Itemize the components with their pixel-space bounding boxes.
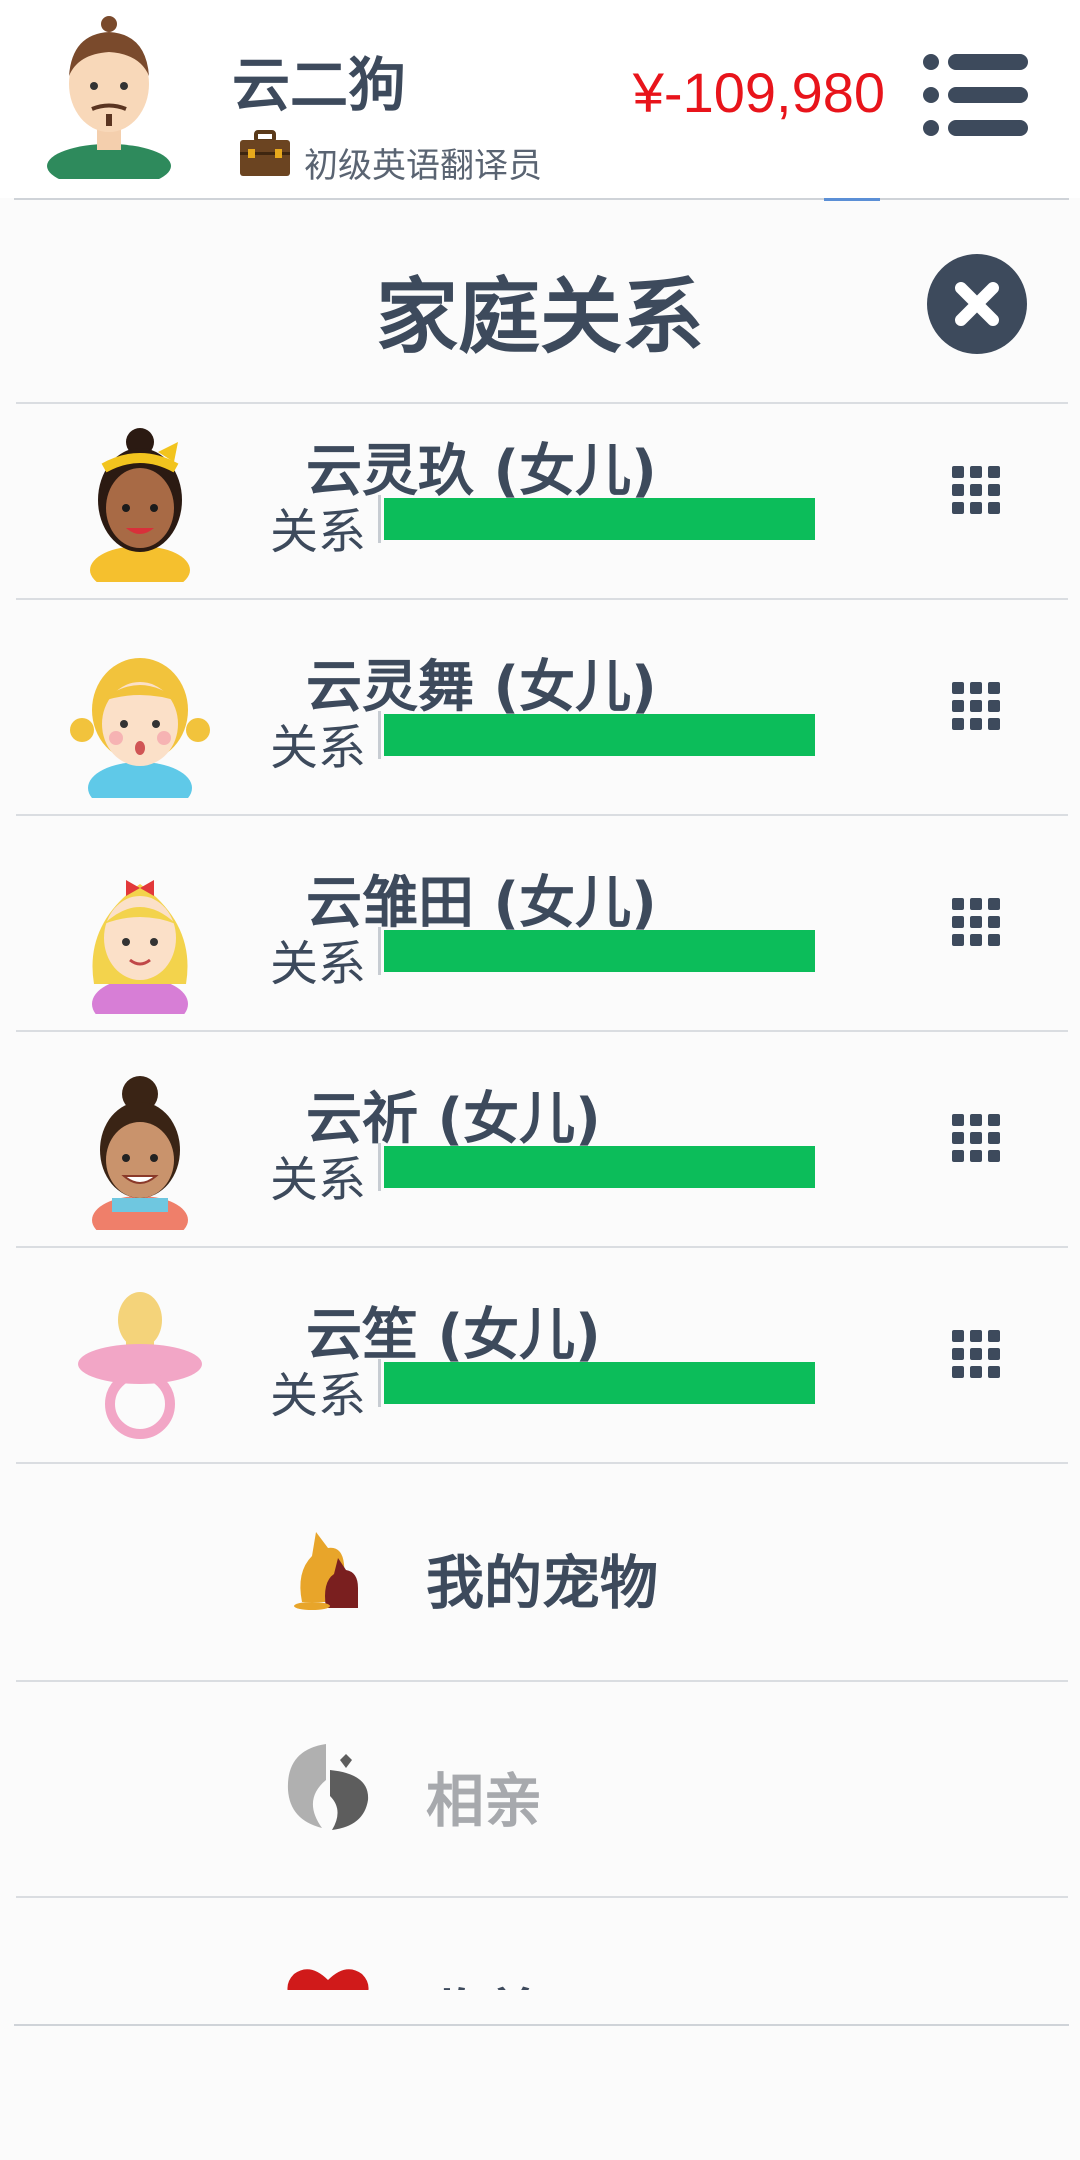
divider xyxy=(16,814,1068,816)
my-pets-label: 我的宠物 xyxy=(426,1549,659,1617)
close-icon[interactable] xyxy=(925,252,1029,356)
family-member-row[interactable]: 云灵玖 (女儿) 关系 xyxy=(16,404,1068,618)
top-status-bar: 云二狗 初级英语翻译员 ¥-109,980 xyxy=(0,0,1080,198)
main-menu-icon[interactable] xyxy=(922,52,1032,138)
family-member-row[interactable]: 云雏田 (女儿) 关系 xyxy=(16,836,1068,1050)
relation-label: 关系 xyxy=(270,936,367,992)
relation-bar xyxy=(378,495,815,543)
family-member-row[interactable]: 云笙 (女儿) 关系 xyxy=(16,1268,1068,1482)
divider xyxy=(16,1246,1068,1248)
briefcase-icon xyxy=(240,130,290,176)
my-pets-button[interactable]: 我的宠物 xyxy=(16,1464,1068,1678)
girl-blonde-bow-avatar xyxy=(92,880,188,1014)
pet-dog-icon xyxy=(294,1532,358,1610)
relation-bar xyxy=(378,711,815,759)
relation-label: 关系 xyxy=(270,720,367,776)
matchmaking-icon xyxy=(287,1744,369,1830)
scroll-indicator xyxy=(824,198,880,201)
menu-scroll-clip: 收养 xyxy=(0,1860,1080,1990)
money-balance: ¥-109,980 xyxy=(632,61,885,124)
relation-bar xyxy=(378,927,815,975)
girl-blonde-pigtails-avatar xyxy=(70,658,210,798)
grid-menu-icon[interactable] xyxy=(950,464,1002,516)
heart-icon xyxy=(287,1969,369,1990)
grid-menu-icon[interactable] xyxy=(950,1112,1002,1164)
relation-bar xyxy=(378,1359,815,1407)
relation-bar-fill xyxy=(384,714,815,756)
grid-menu-icon[interactable] xyxy=(950,1328,1002,1380)
relation-label: 关系 xyxy=(270,1368,367,1424)
family-member-row[interactable]: 云祈 (女儿) 关系 xyxy=(16,1052,1068,1266)
adopt-button[interactable]: 收养 xyxy=(16,1898,1068,1990)
divider xyxy=(16,598,1068,600)
relation-bar-fill xyxy=(384,930,815,972)
player-name: 云二狗 xyxy=(232,51,407,119)
grid-menu-icon[interactable] xyxy=(950,680,1002,732)
relation-bar-fill xyxy=(384,498,815,540)
header-divider xyxy=(14,198,1069,200)
relation-label: 关系 xyxy=(270,1152,367,1208)
bottom-divider xyxy=(14,2024,1069,2026)
family-member-row[interactable]: 云灵舞 (女儿) 关系 xyxy=(16,620,1068,834)
girl-dark-headband-avatar xyxy=(90,428,190,582)
player-avatar[interactable] xyxy=(44,14,174,179)
grid-menu-icon[interactable] xyxy=(950,896,1002,948)
relation-label: 关系 xyxy=(270,504,367,560)
relation-bar xyxy=(378,1143,815,1191)
page-title: 家庭关系 xyxy=(375,270,704,365)
divider xyxy=(16,1030,1068,1032)
adopt-label: 收养 xyxy=(426,1970,542,1990)
girl-bun-avatar xyxy=(92,1076,188,1230)
baby-pacifier-avatar xyxy=(78,1292,202,1439)
job-title: 初级英语翻译员 xyxy=(304,146,542,186)
relation-bar-fill xyxy=(384,1146,815,1188)
matchmaking-label: 相亲 xyxy=(426,1767,543,1835)
relation-bar-fill xyxy=(384,1362,815,1404)
